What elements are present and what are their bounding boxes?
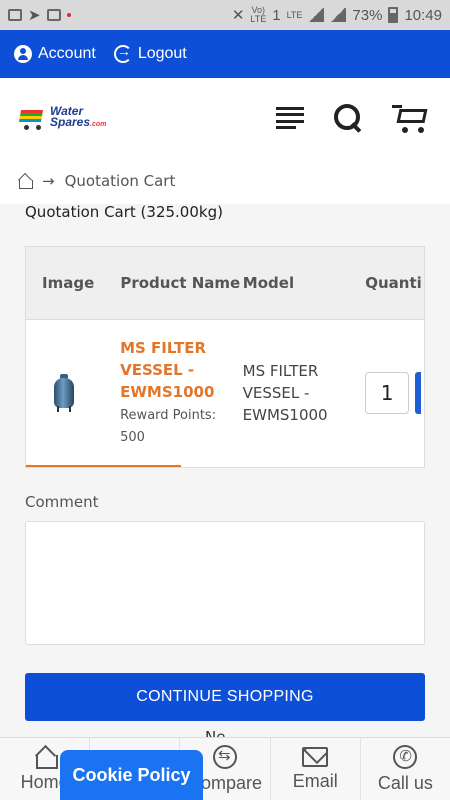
phone-icon [393, 744, 418, 769]
column-image: Image [42, 274, 95, 292]
telegram-icon: ➤ [28, 7, 41, 24]
column-quantity: Quanti [365, 274, 422, 292]
home-icon [33, 746, 58, 769]
cart-table[interactable]: Image Product Name Model Quanti MS FILTE… [25, 246, 425, 468]
nav-email[interactable]: Email [271, 738, 361, 800]
product-name-cell: MS FILTER VESSEL - EWMS1000 Reward Point… [120, 337, 243, 449]
quantity-input[interactable] [365, 372, 410, 414]
status-right-icons: ✕ Vo) LTE 1 LTE 73% 10:49 [231, 5, 442, 25]
nav-call-label: Call us [377, 772, 433, 793]
gallery-icon [8, 9, 22, 21]
main-content: Quotation Cart (325.00kg) Image Product … [0, 203, 450, 721]
account-label: Account [38, 45, 96, 62]
continue-shopping-button[interactable]: CONTINUE SHOPPING [25, 673, 425, 721]
comment-field[interactable] [25, 521, 425, 645]
product-model: MS FILTER VESSEL - EWMS1000 [242, 362, 328, 424]
status-left-icons: ➤ [8, 6, 71, 24]
search-icon[interactable] [334, 104, 362, 132]
mute-icon: ✕ [231, 7, 245, 24]
home-icon[interactable] [18, 174, 33, 189]
table-row: MS FILTER VESSEL - EWMS1000 Reward Point… [26, 320, 424, 466]
product-link[interactable]: MS FILTER VESSEL - EWMS1000 [120, 337, 243, 403]
comment-label: Comment [25, 493, 99, 511]
menu-icon[interactable] [276, 107, 304, 129]
cookie-policy-button[interactable]: Cookie Policy [60, 750, 203, 800]
site-header: Water Spares.com [0, 78, 450, 158]
column-product-name: Product Name [120, 273, 241, 292]
table-header: Image Product Name Model Quanti [26, 247, 424, 320]
table-scroll-indicator[interactable] [26, 465, 181, 467]
sim-icon [46, 9, 61, 21]
notification-dot-icon [66, 13, 71, 17]
battery-icon [388, 7, 399, 23]
logout-icon [113, 43, 132, 63]
user-icon [14, 45, 32, 63]
clock: 10:49 [404, 6, 442, 24]
filter-vessel-image [53, 374, 75, 412]
signal-2-icon [330, 8, 347, 22]
account-link[interactable]: Account [14, 45, 96, 63]
quantity-cell [365, 372, 424, 414]
network-type-label: LTE [286, 9, 303, 20]
breadcrumb-current[interactable]: Quotation Cart [65, 172, 176, 190]
header-actions [276, 103, 432, 133]
logo-cart-icon [18, 106, 48, 130]
reward-points: Reward Points: 500 [120, 408, 217, 445]
cart-icon[interactable] [392, 103, 432, 133]
volte-icon: Vo) LTE [250, 5, 267, 24]
top-account-bar: Account Logout [0, 30, 450, 78]
nav-email-label: Email [292, 770, 338, 791]
status-bar: ➤ ✕ Vo) LTE 1 LTE 73% 10:49 [0, 0, 450, 30]
sim-slot-label: 1 [272, 6, 281, 24]
column-model: Model [242, 274, 295, 292]
logout-label: Logout [137, 45, 187, 62]
signal-icon [308, 8, 325, 22]
product-image[interactable] [26, 374, 120, 412]
update-quantity-button[interactable] [415, 372, 422, 414]
logo-text: Water Spares.com [50, 104, 107, 129]
nav-call[interactable]: Call us [361, 738, 450, 800]
logout-link[interactable]: Logout [113, 43, 187, 63]
compare-icon [213, 744, 237, 769]
cart-title: Quotation Cart (325.00kg) [25, 203, 223, 221]
breadcrumb-arrow: → [42, 172, 55, 190]
breadcrumb: → Quotation Cart [0, 158, 450, 204]
email-icon [302, 746, 329, 767]
site-logo[interactable]: Water Spares.com [18, 104, 107, 130]
battery-percent: 73% [352, 6, 383, 24]
